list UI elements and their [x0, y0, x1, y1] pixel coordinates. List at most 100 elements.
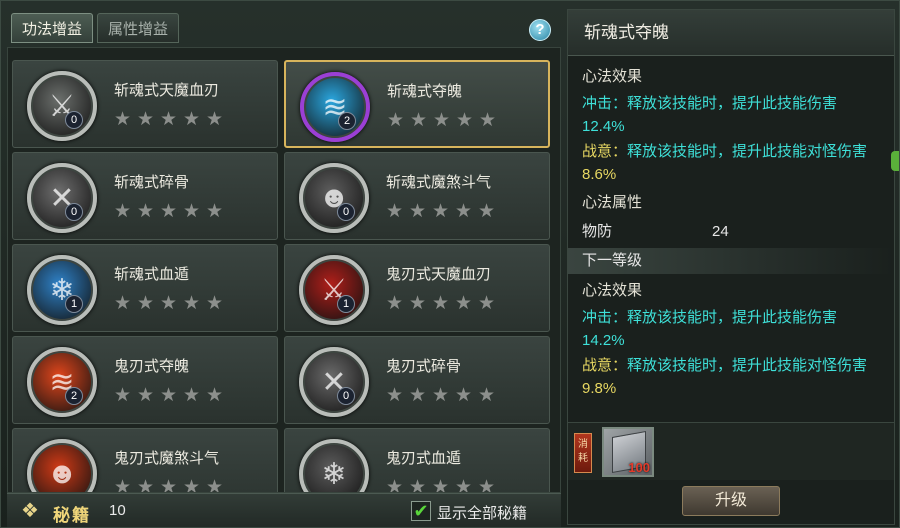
star-icon: ★ — [386, 385, 404, 406]
show-all-label[interactable]: 显示全部秘籍 — [437, 502, 527, 523]
skill-card[interactable]: ☻ 鬼刃式魔煞斗气 ★ ★ ★ ★ ★ — [12, 428, 278, 493]
bone-icon: ✕ — [27, 163, 97, 233]
attr-header: 心法属性 — [582, 194, 643, 211]
skill-card[interactable]: ✕ 0 斩魂式碎骨 ★ ★ ★ ★ ★ — [12, 152, 278, 240]
tab-bar: 功法增益 属性增益 — [11, 13, 180, 43]
skill-name: 斩魂式血遁 — [114, 266, 190, 283]
star-icon: ★ — [478, 293, 496, 314]
side-handle[interactable] — [891, 151, 899, 171]
star-icon: ★ — [114, 293, 132, 314]
blade-icon: ⚔ — [299, 255, 369, 325]
star-icon: ★ — [206, 385, 224, 406]
star-icon: ★ — [478, 477, 496, 493]
detail-panel: 斩魂式夺魄 心法效果 冲击：释放该技能时，提升此技能伤害 12.4% 战意：释放该… — [567, 9, 895, 525]
star-icon: ★ — [183, 293, 201, 314]
star-icon: ★ — [160, 385, 178, 406]
star-icon: ★ — [114, 477, 132, 493]
skill-name: 鬼刃式夺魄 — [114, 358, 190, 375]
star-rating: ★ ★ ★ ★ ★ — [386, 477, 496, 493]
star-icon: ★ — [183, 109, 201, 130]
detail-info: 心法效果 冲击：释放该技能时，提升此技能伤害 12.4% 战意：释放该技能时，提升… — [568, 62, 894, 402]
skill-name: 鬼刃式碎骨 — [386, 358, 462, 375]
star-icon: ★ — [386, 293, 404, 314]
star-icon: ★ — [433, 110, 451, 131]
demon-face-icon: ☻ — [27, 439, 97, 492]
skill-name: 斩魂式魔煞斗气 — [386, 174, 492, 191]
skill-name: 斩魂式夺魄 — [387, 83, 463, 100]
star-icon: ★ — [183, 385, 201, 406]
current-effect-header: 心法效果 — [582, 68, 643, 85]
skill-grid[interactable]: ⚔ 0 斩魂式天魔血刃 ★ ★ ★ ★ ★ ≋ 2 斩魂式夺魄 ★ ★ ★ ★ ★ ✕ 0 斩魂式碎骨 ★ ★ ★ ★ ★ ☻ 0… — [7, 47, 561, 493]
star-icon: ★ — [432, 477, 450, 493]
star-icon: ★ — [432, 385, 450, 406]
upgrade-button[interactable]: 升级 — [682, 486, 780, 516]
skill-card[interactable]: ✕ 0 鬼刃式碎骨 ★ ★ ★ ★ ★ — [284, 336, 550, 424]
star-rating: ★ ★ ★ ★ ★ — [114, 109, 224, 130]
level-badge: 1 — [337, 295, 355, 313]
star-rating: ★ ★ ★ ★ ★ — [386, 385, 496, 406]
star-icon: ★ — [206, 201, 224, 222]
tab-attribute-bonus[interactable]: 属性增益 — [97, 13, 180, 43]
star-rating: ★ ★ ★ ★ ★ — [387, 110, 497, 131]
blade-icon: ⚔ — [27, 71, 97, 141]
star-icon: ★ — [206, 109, 224, 130]
skill-card[interactable]: ⚔ 0 斩魂式天魔血刃 ★ ★ ★ ★ ★ — [12, 60, 278, 148]
skill-card[interactable]: ❄ 1 斩魂式血遁 ★ ★ ★ ★ ★ — [12, 244, 278, 332]
current-effect-1: 冲击：释放该技能时，提升此技能伤害 12.4% — [582, 95, 838, 135]
cost-quantity: 100 — [628, 460, 650, 475]
skill-name: 鬼刃式魔煞斗气 — [114, 450, 220, 467]
star-icon: ★ — [183, 201, 201, 222]
level-badge: 0 — [65, 111, 83, 129]
star-icon: ★ — [409, 477, 427, 493]
claw-icon: ≋ — [27, 347, 97, 417]
skill-name: 鬼刃式血遁 — [386, 450, 462, 467]
ice-flame-icon: ❄ — [27, 255, 97, 325]
skill-card[interactable]: ⚔ 1 鬼刃式天魔血刃 ★ ★ ★ ★ ★ — [284, 244, 550, 332]
star-rating: ★ ★ ★ ★ ★ — [386, 202, 496, 221]
skill-name: 斩魂式碎骨 — [114, 174, 190, 191]
star-rating: ★ ★ ★ ★ ★ — [114, 201, 224, 222]
level-badge: 2 — [65, 387, 83, 405]
ice-flame-icon: ❄ — [299, 439, 369, 492]
star-rating: ★ ★ ★ ★ ★ — [114, 385, 224, 406]
star-icon: ★ — [160, 201, 178, 222]
star-icon: ★ — [160, 293, 178, 314]
star-rating: ★ ★ ★ ★ ★ — [114, 293, 224, 314]
claw-icon: ≋ — [300, 72, 370, 142]
star-icon: ★ — [455, 477, 473, 493]
star-icon: ★ — [114, 385, 132, 406]
skill-card[interactable]: ☻ 0 斩魂式魔煞斗气 ★ ★ ★ ★ ★ — [284, 152, 550, 240]
next-effect-2: 战意：释放该技能时，提升此技能对怪伤害 9.8% — [582, 357, 868, 397]
bone-icon: ✕ — [299, 347, 369, 417]
level-badge: 0 — [65, 203, 83, 221]
star-icon: ★ — [479, 110, 497, 131]
star-icon: ★ — [137, 293, 155, 314]
cost-area: 消耗 100 — [568, 422, 894, 480]
next-effect-1: 冲击：释放该技能时，提升此技能伤害 14.2% — [582, 309, 838, 349]
detail-title: 斩魂式夺魄 — [568, 10, 894, 56]
level-badge: 2 — [338, 112, 356, 130]
cost-tag: 消耗 — [574, 433, 592, 473]
tab-skill-bonus[interactable]: 功法增益 — [11, 13, 94, 43]
star-icon: ★ — [386, 477, 404, 493]
book-icon: ❖ — [21, 500, 39, 522]
skill-card[interactable]: ≋ 2 斩魂式夺魄 ★ ★ ★ ★ ★ — [284, 60, 550, 148]
star-icon: ★ — [409, 293, 427, 314]
star-rating: ★ ★ ★ ★ ★ — [114, 477, 224, 493]
star-rating: ★ ★ ★ ★ ★ — [386, 293, 496, 314]
star-icon: ★ — [478, 385, 496, 406]
star-icon: ★ — [432, 293, 450, 314]
show-all-checkbox[interactable]: ✔ — [411, 501, 431, 521]
help-icon[interactable]: ? — [529, 19, 551, 41]
star-icon: ★ — [206, 293, 224, 314]
cost-item-slot[interactable]: 100 — [602, 427, 654, 477]
star-icon: ★ — [456, 110, 474, 131]
skill-card[interactable]: ≋ 2 鬼刃式夺魄 ★ ★ ★ ★ ★ — [12, 336, 278, 424]
star-icon: ★ — [409, 385, 427, 406]
skill-name: 斩魂式天魔血刃 — [114, 82, 220, 99]
skill-card[interactable]: ❄ 鬼刃式血遁 ★ ★ ★ ★ ★ — [284, 428, 550, 493]
next-effect-header: 心法效果 — [582, 282, 643, 299]
current-effect-2: 战意：释放该技能时，提升此技能对怪伤害 8.6% — [582, 143, 868, 183]
level-badge: 0 — [337, 387, 355, 405]
star-icon: ★ — [410, 110, 428, 131]
